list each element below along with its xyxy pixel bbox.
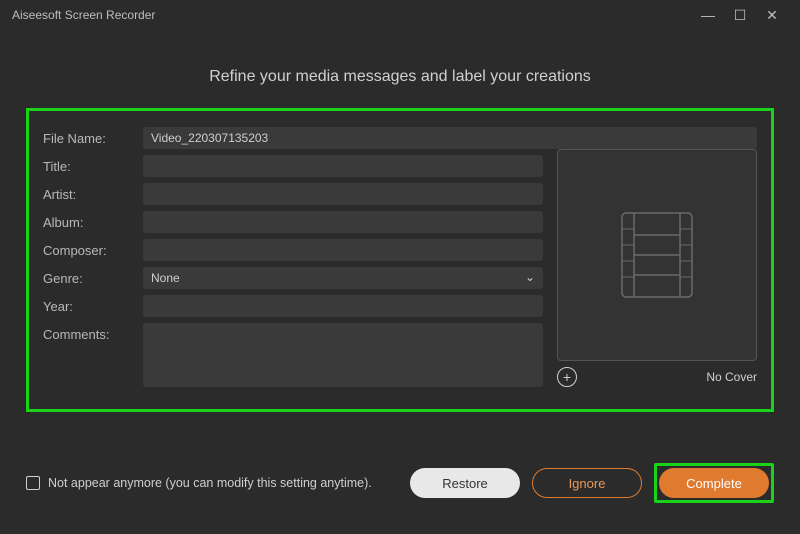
- year-input[interactable]: [143, 295, 543, 317]
- genre-row: Genre: ⌄: [43, 267, 543, 289]
- album-row: Album:: [43, 211, 543, 233]
- artist-label: Artist:: [43, 183, 143, 202]
- page-title: Refine your media messages and label you…: [26, 68, 774, 86]
- dont-show-label: Not appear anymore (you can modify this …: [48, 476, 372, 490]
- cover-toolbar: + No Cover: [557, 367, 757, 387]
- left-column: Title: Artist: Album: Composer:: [43, 149, 543, 387]
- no-cover-label: No Cover: [706, 370, 757, 384]
- genre-select[interactable]: ⌄: [143, 267, 543, 289]
- cover-preview[interactable]: [557, 149, 757, 361]
- composer-input[interactable]: [143, 239, 543, 261]
- comments-label: Comments:: [43, 323, 143, 342]
- file-name-label: File Name:: [43, 127, 143, 146]
- minimize-icon[interactable]: —: [692, 7, 724, 23]
- title-row: Title:: [43, 155, 543, 177]
- complete-highlight: Complete: [654, 463, 774, 503]
- year-row: Year:: [43, 295, 543, 317]
- year-label: Year:: [43, 295, 143, 314]
- ignore-button[interactable]: Ignore: [532, 468, 642, 498]
- genre-value[interactable]: [143, 267, 543, 289]
- maximize-icon[interactable]: ☐: [724, 7, 756, 24]
- file-name-row: File Name:: [43, 127, 757, 149]
- restore-button[interactable]: Restore: [410, 468, 520, 498]
- title-label: Title:: [43, 155, 143, 174]
- split-columns: Title: Artist: Album: Composer:: [43, 149, 757, 387]
- comments-row: Comments:: [43, 323, 543, 387]
- genre-label: Genre:: [43, 267, 143, 286]
- plus-icon: +: [563, 369, 571, 385]
- comments-input[interactable]: [143, 323, 543, 387]
- dont-show-option[interactable]: Not appear anymore (you can modify this …: [26, 476, 398, 490]
- add-cover-button[interactable]: +: [557, 367, 577, 387]
- file-name-input[interactable]: [143, 127, 757, 149]
- cover-column: + No Cover: [557, 149, 757, 387]
- content-area: Refine your media messages and label you…: [0, 30, 800, 446]
- titlebar: Aiseesoft Screen Recorder — ☐ ✕: [0, 0, 800, 30]
- app-window: Aiseesoft Screen Recorder — ☐ ✕ Refine y…: [0, 0, 800, 534]
- app-title: Aiseesoft Screen Recorder: [12, 8, 692, 22]
- title-input[interactable]: [143, 155, 543, 177]
- composer-row: Composer:: [43, 239, 543, 261]
- complete-button[interactable]: Complete: [659, 468, 769, 498]
- dont-show-checkbox[interactable]: [26, 476, 40, 490]
- artist-row: Artist:: [43, 183, 543, 205]
- album-input[interactable]: [143, 211, 543, 233]
- footer: Not appear anymore (you can modify this …: [0, 446, 800, 534]
- album-label: Album:: [43, 211, 143, 230]
- metadata-form: File Name: Title: Artist: Album:: [26, 108, 774, 412]
- close-icon[interactable]: ✕: [756, 7, 788, 24]
- film-frame-icon: [612, 205, 702, 305]
- artist-input[interactable]: [143, 183, 543, 205]
- composer-label: Composer:: [43, 239, 143, 258]
